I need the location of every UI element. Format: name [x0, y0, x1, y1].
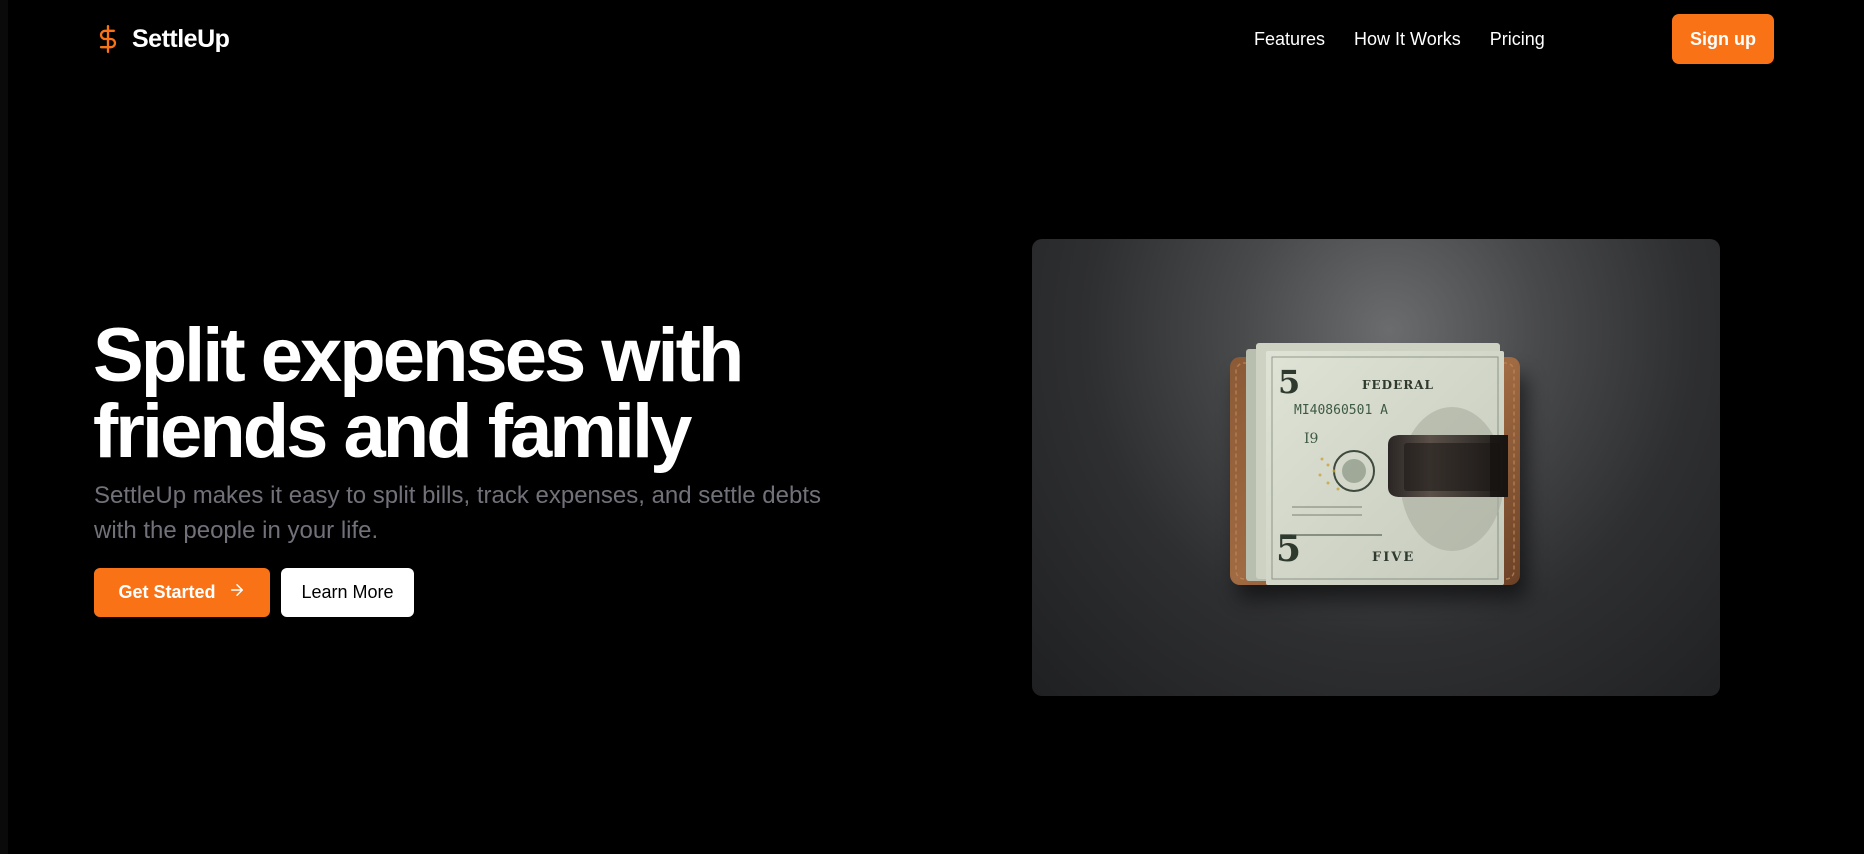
- svg-text:FIVE: FIVE: [1372, 550, 1415, 565]
- dollar-icon: [94, 25, 122, 53]
- money-clip-icon: 5 FEDERAL MI40860501 A I9 5 FIVE: [1230, 343, 1527, 599]
- hero-subtitle: SettleUp makes it easy to split bills, t…: [94, 482, 822, 544]
- learn-more-button[interactable]: Learn More: [281, 568, 414, 617]
- svg-text:5: 5: [1278, 363, 1300, 401]
- hero-image: 5 FEDERAL MI40860501 A I9 5 FIVE: [1032, 239, 1720, 696]
- svg-text:MI40860501 A: MI40860501 A: [1294, 403, 1388, 418]
- brand-name: SettleUp: [132, 24, 230, 53]
- landing-page: SettleUp Features How It Works Pricing S…: [0, 0, 1864, 854]
- brand-logo[interactable]: SettleUp: [94, 24, 230, 54]
- nav-link-features[interactable]: Features: [1254, 29, 1325, 50]
- get-started-button[interactable]: Get Started: [94, 568, 270, 617]
- svg-text:FEDERAL: FEDERAL: [1362, 378, 1434, 392]
- get-started-label: Get Started: [118, 582, 216, 602]
- hero-title: Split expenses with friends and family: [93, 313, 744, 474]
- top-navigation: SettleUp Features How It Works Pricing S…: [94, 14, 1774, 64]
- svg-text:5: 5: [1276, 528, 1301, 570]
- svg-text:I9: I9: [1304, 431, 1318, 447]
- nav-links: Features How It Works Pricing: [1254, 14, 1545, 64]
- arrow-right-icon: [228, 581, 246, 604]
- signup-button[interactable]: Sign up: [1672, 14, 1774, 64]
- left-edge-strip: [0, 0, 8, 854]
- nav-link-how-it-works[interactable]: How It Works: [1354, 29, 1461, 50]
- nav-link-pricing[interactable]: Pricing: [1490, 29, 1545, 50]
